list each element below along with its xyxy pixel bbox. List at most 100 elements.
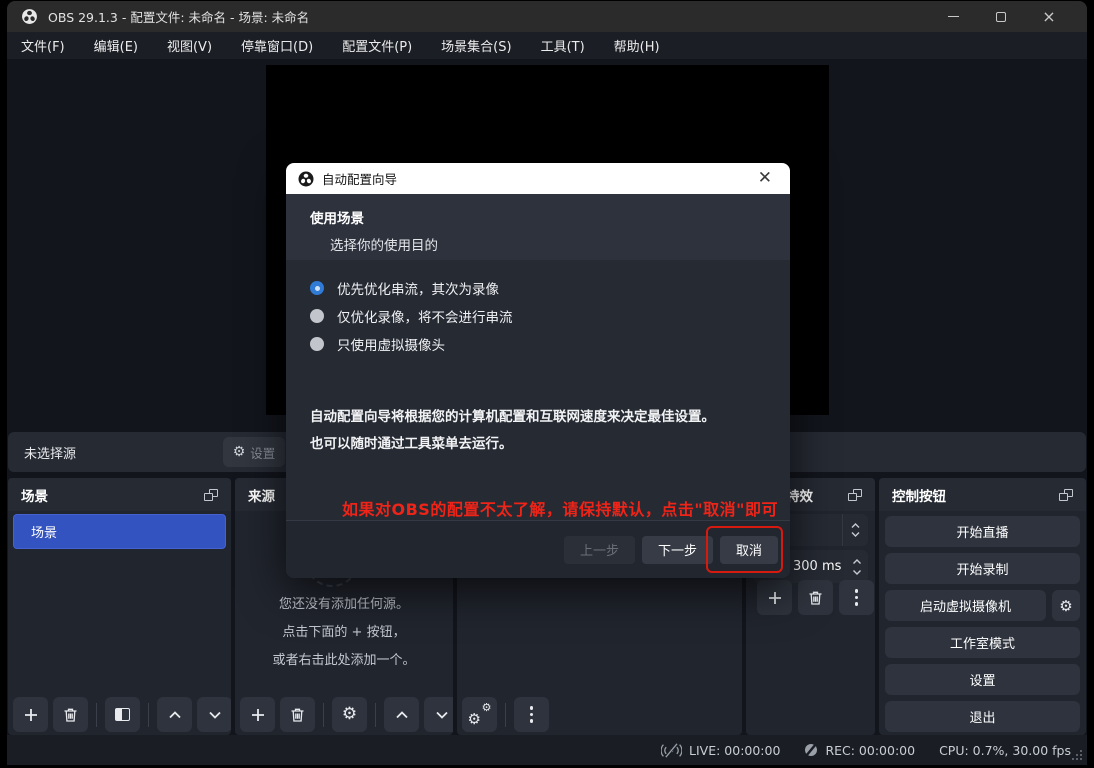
menu-item-file[interactable]: 文件(F) xyxy=(21,36,65,55)
transition-duration-value: 300 ms xyxy=(793,559,842,574)
status-bar: LIVE: 00:00:00 REC: 00:00:00 CPU: 0.7%, … xyxy=(7,735,1087,765)
menu-item-tools[interactable]: 工具(T) xyxy=(541,36,585,55)
auto-config-wizard-dialog: 自动配置向导 ✕ 使用场景 选择你的使用目的 优先优化串流，其次为录像 仅优化录… xyxy=(286,163,790,578)
trash-icon xyxy=(64,708,77,722)
controls-dock: 控制按钮 开始直播 开始录制 启动虚拟摄像机 ⚙ 工作室模式 设置 退出 xyxy=(879,478,1086,735)
move-scene-up-button[interactable] xyxy=(157,697,192,732)
scenes-dock: 场景 场景 xyxy=(8,478,231,735)
empty-sources-hint: 您还没有添加任何源。 点击下面的 + 按钮， 或者右击此处添加一个。 xyxy=(235,591,453,675)
window-controls: × xyxy=(929,1,1073,32)
start-recording-button[interactable]: 开始录制 xyxy=(885,553,1080,584)
step-subtitle: 选择你的使用目的 xyxy=(330,238,438,254)
close-button[interactable]: × xyxy=(1025,1,1073,32)
popout-icon[interactable] xyxy=(204,488,218,501)
minimize-button[interactable] xyxy=(929,1,977,32)
menu-item-scene-collection[interactable]: 场景集合(S) xyxy=(441,36,511,55)
source-settings-button[interactable]: ⚙ xyxy=(332,697,367,732)
description-line: 也可以随时通过工具菜单去运行。 xyxy=(310,436,513,452)
toolbar-separator xyxy=(505,702,506,727)
remove-scene-button[interactable] xyxy=(53,697,88,732)
description-line: 自动配置向导将根据您的计算机配置和互联网速度来决定最佳设置。 xyxy=(310,409,715,425)
menu-item-view[interactable]: 视图(V) xyxy=(167,36,212,55)
plus-icon xyxy=(251,708,264,721)
remove-source-button[interactable] xyxy=(280,697,315,732)
virtual-camera-settings-button[interactable]: ⚙ xyxy=(1052,590,1080,621)
plus-icon xyxy=(24,708,37,721)
scenes-dock-header: 场景 xyxy=(8,478,231,511)
move-source-up-button[interactable] xyxy=(384,697,419,732)
titlebar[interactable]: OBS 29.1.3 - 配置文件: 未命名 - 场景: 未命名 × xyxy=(7,1,1087,32)
empty-sources-line: 您还没有添加任何源。 xyxy=(278,597,409,612)
window-title: OBS 29.1.3 - 配置文件: 未命名 - 场景: 未命名 xyxy=(48,10,310,25)
menu-item-profile[interactable]: 配置文件(P) xyxy=(342,36,412,55)
sources-dock-title: 来源 xyxy=(248,488,275,505)
back-button[interactable]: 上一步 xyxy=(563,535,635,564)
trash-icon xyxy=(809,591,822,605)
dialog-footer: 上一步 下一步 取消 xyxy=(286,520,790,578)
radio-label: 仅优化录像，将不会进行串流 xyxy=(337,310,513,326)
menu-item-help[interactable]: 帮助(H) xyxy=(614,36,660,55)
controls-dock-header: 控制按钮 xyxy=(879,478,1086,511)
move-source-down-button[interactable] xyxy=(424,697,453,732)
wizard-description: 自动配置向导将根据您的计算机配置和互联网速度来决定最佳设置。 也可以随时通过工具… xyxy=(310,404,766,458)
radio-option-virtual-camera[interactable]: 只使用虚拟摄像头 xyxy=(310,330,766,358)
chevron-up-icon xyxy=(168,710,181,718)
sources-toolbar: ⚙ xyxy=(240,697,453,732)
popout-icon[interactable] xyxy=(848,488,862,501)
spinner-arrows-icon[interactable] xyxy=(852,550,862,583)
move-scene-down-button[interactable] xyxy=(197,697,231,732)
scene-filters-button[interactable] xyxy=(105,697,140,732)
source-properties-label: 设置 xyxy=(250,445,276,461)
chevron-down-icon xyxy=(435,711,448,719)
start-streaming-button[interactable]: 开始直播 xyxy=(885,516,1080,547)
studio-mode-button[interactable]: 工作室模式 xyxy=(885,627,1080,658)
add-source-button[interactable] xyxy=(240,697,275,732)
radio-option-optimize-recording[interactable]: 仅优化录像，将不会进行串流 xyxy=(310,302,766,330)
dialog-title: 自动配置向导 xyxy=(322,172,398,187)
popout-icon[interactable] xyxy=(1059,488,1073,501)
next-button[interactable]: 下一步 xyxy=(641,535,713,564)
cancel-button[interactable]: 取消 xyxy=(719,535,778,564)
kebab-menu-icon xyxy=(529,706,534,723)
radio-unselected-icon xyxy=(310,337,324,351)
menu-item-docks[interactable]: 停靠窗口(D) xyxy=(241,36,313,55)
add-scene-button[interactable] xyxy=(13,697,48,732)
settings-button[interactable]: 设置 xyxy=(885,664,1080,695)
controls-dock-title: 控制按钮 xyxy=(892,488,946,505)
obs-logo-icon xyxy=(298,171,314,187)
transition-menu-button[interactable] xyxy=(839,580,874,615)
double-gear-icon: ⚙ ⚙ xyxy=(467,700,492,728)
start-virtual-camera-button[interactable]: 启动虚拟摄像机 xyxy=(885,590,1046,621)
stream-status: LIVE: 00:00:00 xyxy=(661,742,780,758)
kebab-menu-icon xyxy=(854,589,859,606)
scene-list-item[interactable]: 场景 xyxy=(13,514,226,549)
radio-option-optimize-streaming[interactable]: 优先优化串流，其次为录像 xyxy=(310,274,766,302)
screen: OBS 29.1.3 - 配置文件: 未命名 - 场景: 未命名 × 文件(F)… xyxy=(0,0,1094,768)
empty-sources-line: 或者右击此处添加一个。 xyxy=(272,653,416,668)
filter-icon xyxy=(115,708,130,721)
minimize-icon xyxy=(947,16,959,17)
mixer-menu-button[interactable] xyxy=(514,697,549,732)
resize-grip[interactable] xyxy=(1080,758,1082,760)
remove-transition-button[interactable] xyxy=(798,580,833,615)
scenes-toolbar xyxy=(13,697,231,732)
step-title: 使用场景 xyxy=(310,211,364,227)
record-status: REC: 00:00:00 xyxy=(804,743,915,758)
dialog-close-button[interactable]: ✕ xyxy=(752,170,778,187)
radio-label: 只使用虚拟摄像头 xyxy=(337,338,445,354)
gear-icon: ⚙ xyxy=(232,444,246,460)
obs-logo-icon xyxy=(21,8,38,25)
advanced-audio-button[interactable]: ⚙ ⚙ xyxy=(462,697,497,732)
toolbar-separator xyxy=(148,702,149,727)
plus-icon xyxy=(768,591,781,604)
maximize-button[interactable] xyxy=(977,1,1025,32)
chevron-up-icon xyxy=(395,710,408,718)
source-properties-button[interactable]: ⚙ 设置 xyxy=(223,437,285,467)
dialog-titlebar[interactable]: 自动配置向导 ✕ xyxy=(286,163,790,194)
cpu-fps-stats: CPU: 0.7%, 30.00 fps xyxy=(939,742,1071,758)
add-transition-button[interactable] xyxy=(757,580,792,615)
exit-button[interactable]: 退出 xyxy=(885,701,1080,732)
dialog-body: 优先优化串流，其次为录像 仅优化录像，将不会进行串流 只使用虚拟摄像头 自动配置… xyxy=(286,260,790,520)
menu-item-edit[interactable]: 编辑(E) xyxy=(94,36,138,55)
menubar: 文件(F) 编辑(E) 视图(V) 停靠窗口(D) 配置文件(P) 场景集合(S… xyxy=(7,32,1087,59)
